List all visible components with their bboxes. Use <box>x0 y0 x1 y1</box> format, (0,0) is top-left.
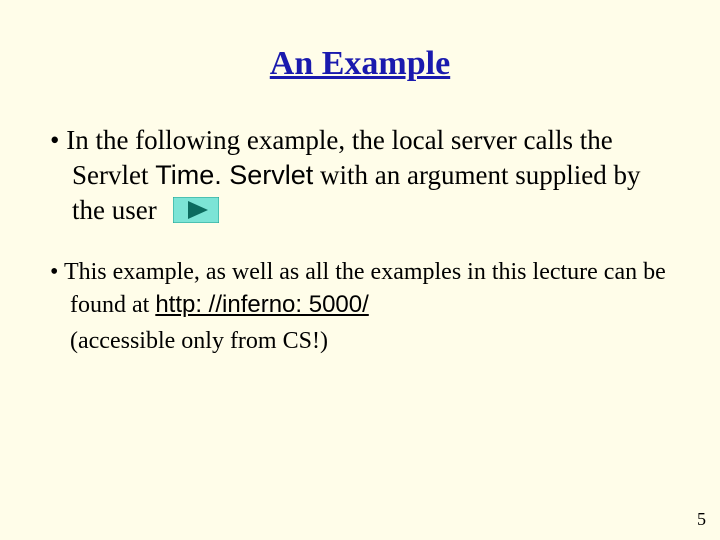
bullet-list: In the following example, the local serv… <box>40 123 680 357</box>
bullet1-code: Time. Servlet <box>155 160 313 190</box>
bullet-item-2: This example, as well as all the example… <box>50 256 680 321</box>
page-number: 5 <box>697 509 706 530</box>
slide: An Example In the following example, the… <box>0 0 720 540</box>
slide-title: An Example <box>40 45 680 83</box>
bullet2-link[interactable]: http: //inferno: 5000/ <box>155 291 368 318</box>
bullet-item-1: In the following example, the local serv… <box>50 123 680 228</box>
play-icon[interactable] <box>173 197 219 223</box>
bullet2-continuation: (accessible only from CS!) <box>70 325 680 357</box>
